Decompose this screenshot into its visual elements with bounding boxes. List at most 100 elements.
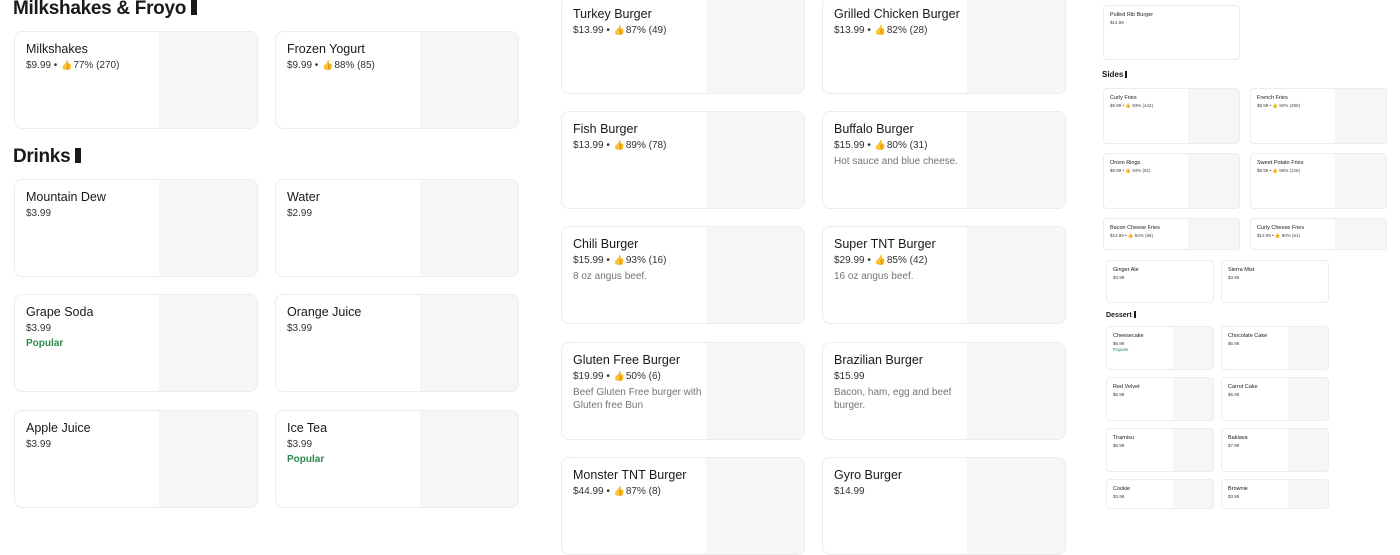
mini-menu-card[interactable]: Cookie $3.99 [1106, 479, 1214, 509]
item-image [967, 0, 1065, 93]
mini-menu-card[interactable]: Ginger Ale $3.99 [1106, 260, 1214, 303]
menu-item-card[interactable]: Apple Juice $3.99 [14, 410, 258, 508]
item-price: $3.99 [1228, 494, 1240, 499]
item-meta: $13.99 • 👍82% (28) [834, 25, 928, 36]
mini-menu-card[interactable]: Carrot Cake $6.99 [1221, 377, 1329, 421]
item-name: Orange Juice [287, 305, 362, 319]
item-image [967, 227, 1065, 323]
mini-menu-card[interactable]: Cheesecake $6.99 Popular [1106, 326, 1214, 370]
menu-item-card[interactable]: Gyro Burger $14.99 [822, 457, 1066, 555]
menu-item-card[interactable]: Gluten Free Burger $19.99 • 👍50% (6) Bee… [561, 342, 805, 440]
item-meta: $9.99 • 👍 92% (290) [1257, 103, 1300, 108]
menu-item-card[interactable]: Chili Burger $15.99 • 👍93% (16) 8 oz ang… [561, 226, 805, 324]
item-meta: $29.99 • 👍85% (42) [834, 255, 928, 266]
thumbs-up-icon: 👍 [613, 486, 625, 496]
item-price: $3.99 [287, 323, 313, 334]
item-name: Fish Burger [573, 122, 638, 136]
item-price: $3.99 [26, 323, 52, 334]
menu-item-card[interactable]: Ice Tea $3.99 Popular [275, 410, 519, 508]
section-marker [75, 148, 82, 163]
item-meta: $15.99 • 👍80% (31) [834, 140, 928, 151]
item-image [1187, 154, 1239, 208]
item-name: Monster TNT Burger [573, 468, 687, 482]
menu-item-card[interactable]: Brazilian Burger $15.99 Bacon, ham, egg … [822, 342, 1066, 440]
thumbs-up-icon: 👍 [874, 255, 886, 265]
item-name: Cheesecake [1113, 333, 1144, 339]
mini-menu-card[interactable]: Sweet Potato Fries $9.99 • 👍 85% (126) [1250, 153, 1387, 209]
mini-menu-card[interactable]: Curly Fries $9.99 • 👍 93% (442) [1103, 88, 1240, 144]
mini-menu-card[interactable]: Onion Rings $9.99 • 👍 94% (91) [1103, 153, 1240, 209]
mini-menu-card[interactable]: Bacon Cheese Fries $13.99 • 👍 84% (86) [1103, 218, 1240, 250]
item-name: Ice Tea [287, 421, 328, 435]
item-price: $6.99 [1228, 392, 1240, 397]
item-image [1287, 327, 1328, 369]
section-marker [1133, 311, 1136, 318]
item-price: $6.99 [1113, 392, 1125, 397]
item-image [706, 227, 804, 323]
item-image [420, 180, 518, 276]
item-image [1287, 378, 1328, 420]
menu-item-card[interactable]: Mountain Dew $3.99 [14, 179, 258, 277]
item-name: Sierra Mist [1228, 267, 1255, 273]
menu-item-card[interactable]: Super TNT Burger $29.99 • 👍85% (42) 16 o… [822, 226, 1066, 324]
mini-menu-card[interactable]: Tiramisu $6.99 [1106, 428, 1214, 472]
mini-menu-card[interactable]: Brownie $3.99 [1221, 479, 1329, 509]
item-meta: $44.99 • 👍87% (8) [573, 486, 661, 497]
item-name: Water [287, 190, 320, 204]
mini-menu-card[interactable]: Chocolate Cake $6.99 [1221, 326, 1329, 370]
thumbs-up-icon: 👍 [874, 140, 886, 150]
menu-item-card[interactable]: Water $2.99 [275, 179, 519, 277]
item-image [706, 458, 804, 554]
menu-item-card[interactable]: Fish Burger $13.99 • 👍89% (78) [561, 111, 805, 209]
item-image [1334, 154, 1386, 208]
popular-badge: Popular [26, 338, 64, 349]
item-image [1172, 327, 1213, 369]
thumbs-up-icon: 👍 [613, 371, 625, 381]
item-name: Mountain Dew [26, 190, 106, 204]
item-price: $14.99 [834, 486, 865, 497]
item-name: Bacon Cheese Fries [1110, 225, 1160, 231]
menu-item-card[interactable]: Monster TNT Burger $44.99 • 👍87% (8) [561, 457, 805, 555]
section-title-dessert: Dessert [1106, 311, 1136, 319]
item-meta: $15.99 • 👍93% (16) [573, 255, 667, 266]
menu-item-card[interactable]: Frozen Yogurt $9.99 • 👍88% (85) [275, 31, 519, 129]
item-name: French Fries [1257, 95, 1288, 101]
item-meta: $9.99 • 👍 93% (442) [1110, 103, 1153, 108]
item-description: 16 oz angus beef. [834, 271, 914, 282]
item-meta: $19.99 • 👍50% (6) [573, 371, 661, 382]
item-meta: $9.99 • 👍 94% (91) [1110, 168, 1151, 173]
mini-menu-card[interactable]: Baklava $7.99 [1221, 428, 1329, 472]
mini-menu-card[interactable]: Curly Cheese Fries $13.99 • 👍 80% (61) [1250, 218, 1387, 250]
item-image [159, 295, 257, 391]
menu-item-card[interactable]: Grape Soda $3.99 Popular [14, 294, 258, 392]
menu-item-card[interactable]: Turkey Burger $13.99 • 👍87% (49) [561, 0, 805, 94]
item-name: Pulled Rib Burger [1110, 12, 1154, 18]
item-description: Bacon, ham, egg and beef burger. [834, 387, 952, 411]
mini-menu-card[interactable]: French Fries $9.99 • 👍 92% (290) [1250, 88, 1387, 144]
item-name: Milkshakes [26, 42, 88, 56]
menu-item-card[interactable]: Orange Juice $3.99 [275, 294, 519, 392]
menu-item-card[interactable]: Milkshakes $9.99 • 👍77% (270) [14, 31, 258, 129]
item-name: Grilled Chicken Burger [834, 7, 960, 21]
menu-item-card[interactable]: Grilled Chicken Burger $13.99 • 👍82% (28… [822, 0, 1066, 94]
item-image [1172, 429, 1213, 471]
item-name: Baklava [1228, 435, 1248, 441]
item-image [420, 32, 518, 128]
item-image [1334, 219, 1386, 249]
item-image [159, 180, 257, 276]
item-name: Onion Rings [1110, 160, 1141, 166]
item-price: $6.99 [1113, 341, 1125, 346]
item-description: Beef Gluten Free burger with Gluten free… [573, 387, 702, 411]
mini-menu-card[interactable]: Pulled Rib Burger $14.99 [1103, 5, 1240, 60]
item-name: Ginger Ale [1113, 267, 1139, 273]
item-price: $6.99 [1228, 341, 1240, 346]
item-name: Frozen Yogurt [287, 42, 365, 56]
item-name: Curly Cheese Fries [1257, 225, 1305, 231]
mini-menu-card[interactable]: Red Velvet $6.99 [1106, 377, 1214, 421]
menu-item-card[interactable]: Buffalo Burger $15.99 • 👍80% (31) Hot sa… [822, 111, 1066, 209]
item-price: $3.99 [1113, 494, 1125, 499]
section-title-drinks: Drinks [13, 146, 82, 168]
item-image [420, 411, 518, 507]
item-image [706, 0, 804, 93]
mini-menu-card[interactable]: Sierra Mist $3.99 [1221, 260, 1329, 303]
